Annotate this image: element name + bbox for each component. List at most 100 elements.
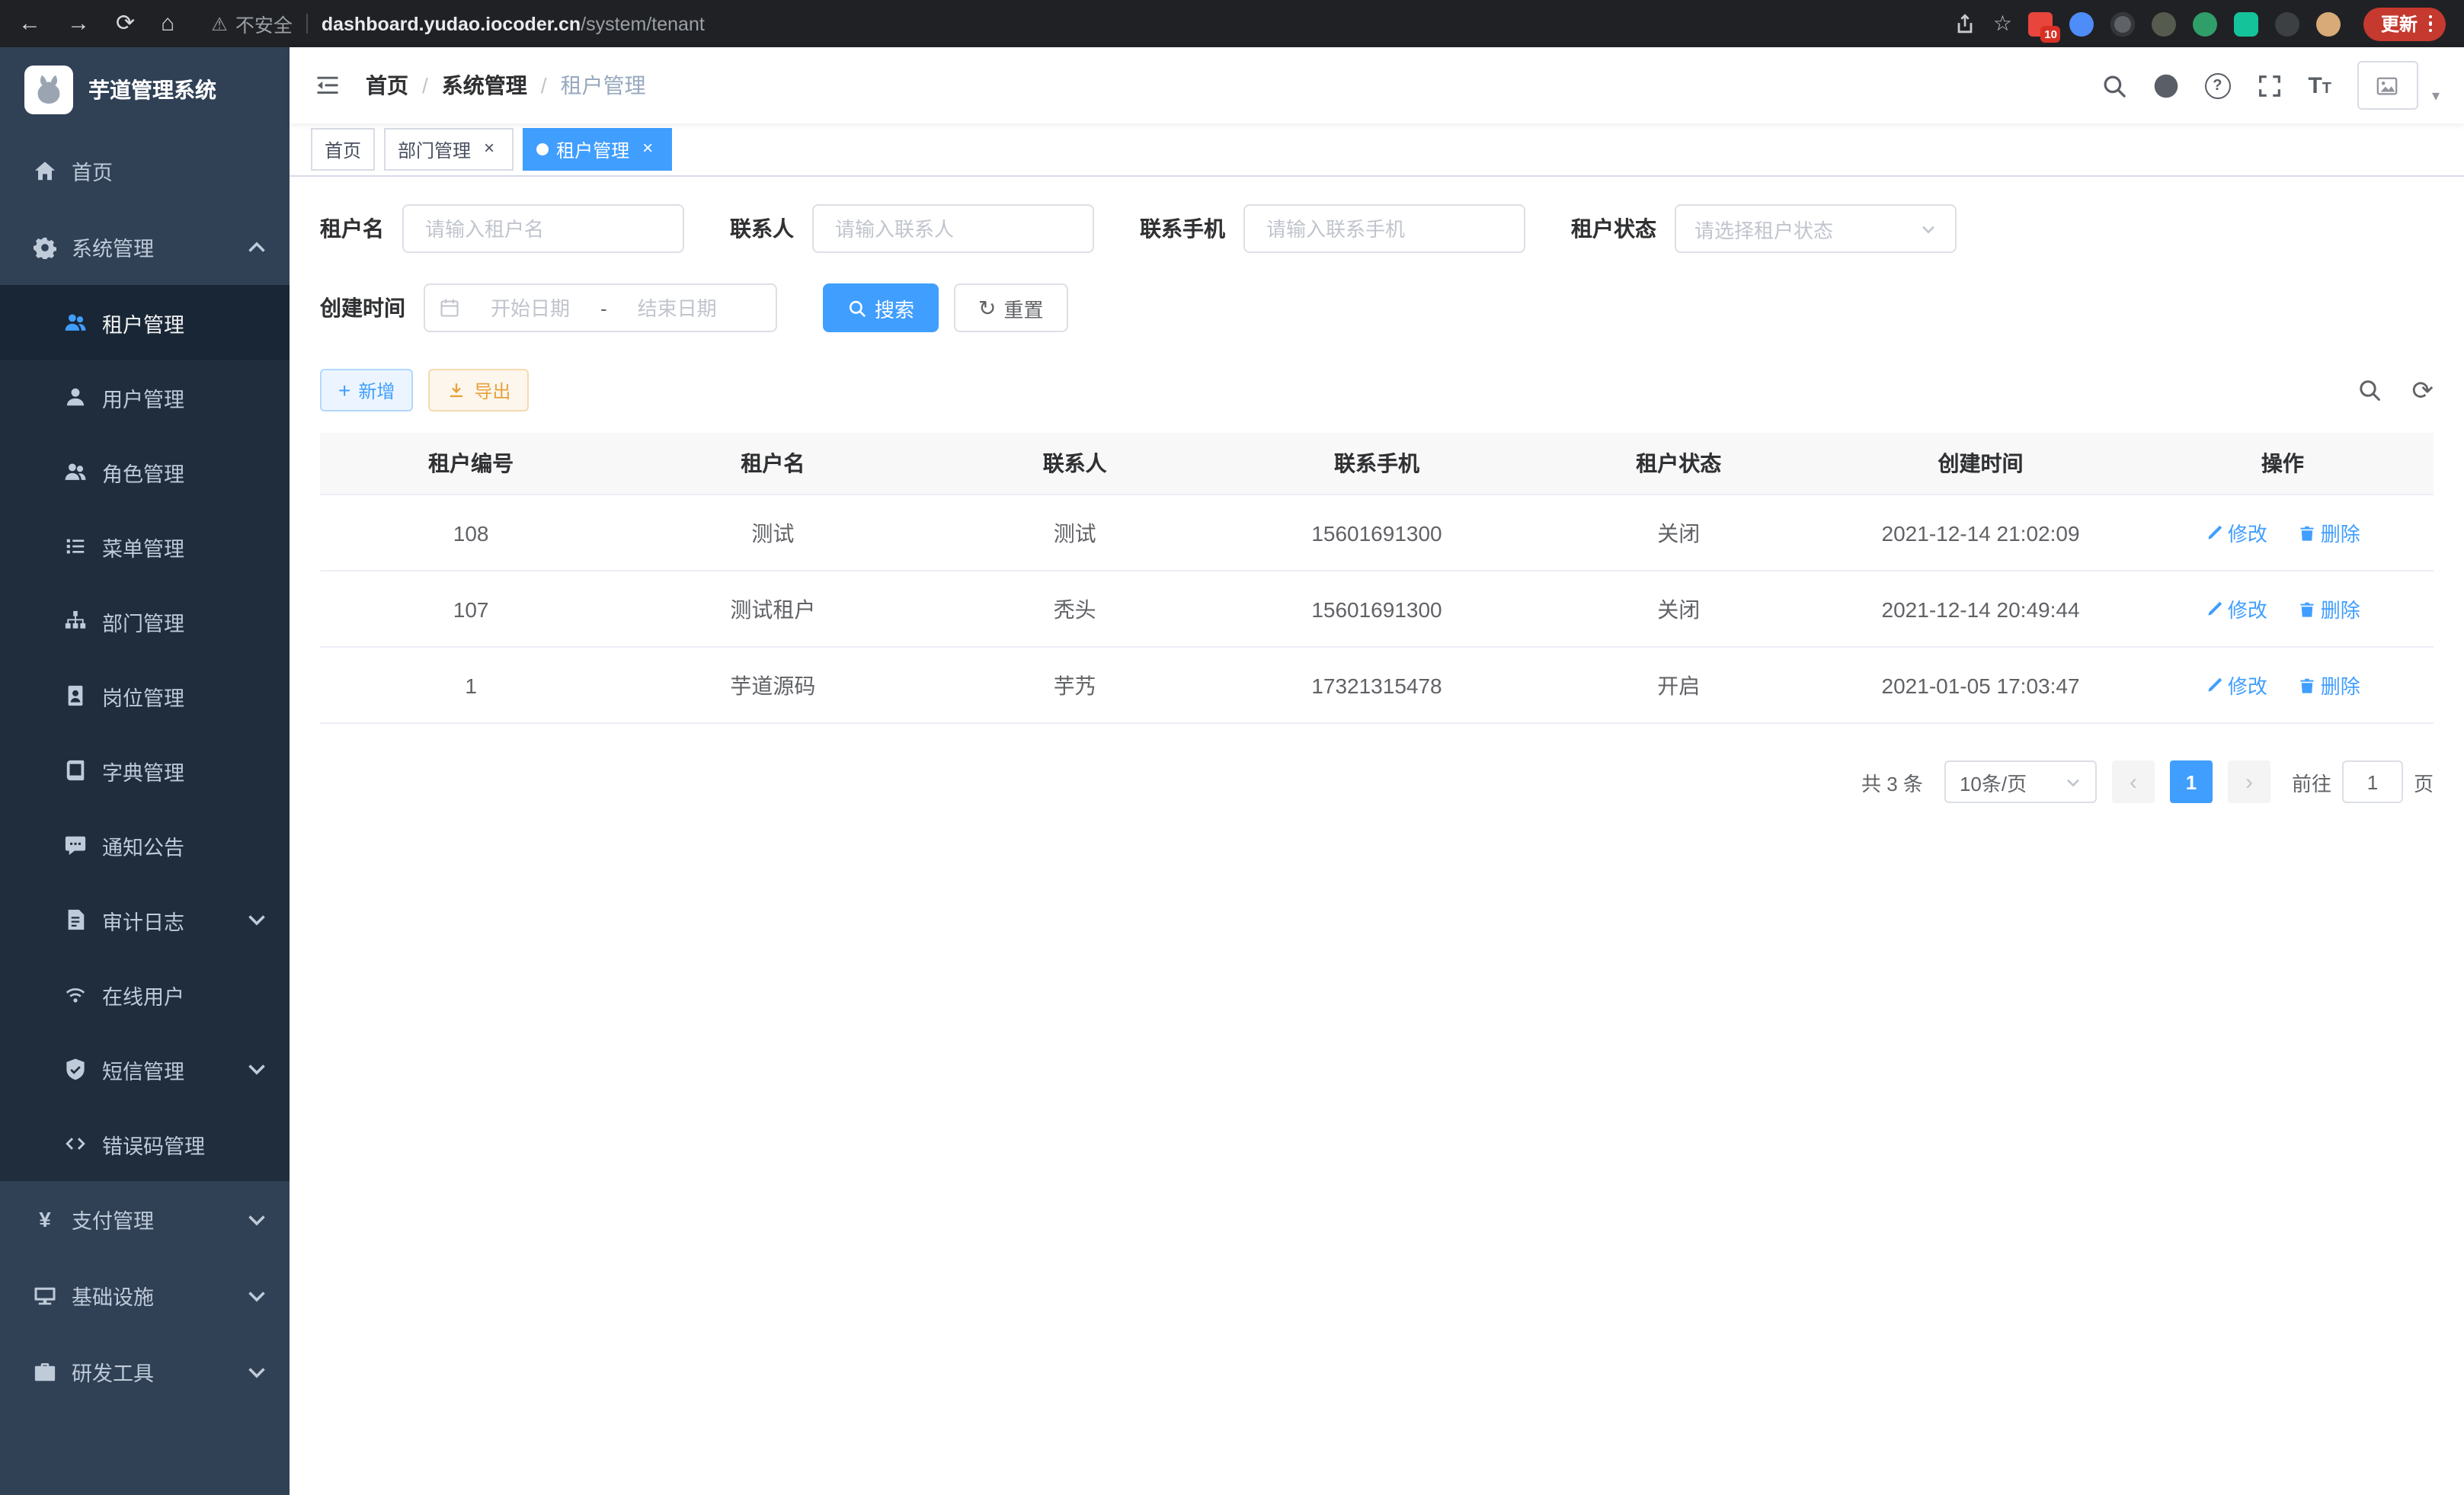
help-icon[interactable]: ? [2204, 72, 2230, 98]
sidebar-item-user[interactable]: 用户管理 [0, 360, 290, 434]
search-icon[interactable] [2101, 72, 2126, 98]
cell-created: 2021-12-14 20:49:44 [1829, 571, 2131, 647]
edit-link[interactable]: 修改 [2205, 594, 2267, 623]
book-icon [64, 759, 87, 782]
sidebar-item-sms[interactable]: 短信管理 [0, 1032, 290, 1106]
cell-contact: 秃头 [924, 571, 1226, 647]
reset-button[interactable]: ↻ 重置 [954, 283, 1068, 332]
sidebar-item-auditlog[interactable]: 审计日志 [0, 882, 290, 957]
start-date-field[interactable] [469, 295, 591, 321]
export-button[interactable]: 导出 [428, 369, 529, 411]
sidebar-item-infra[interactable]: 基础设施 [0, 1257, 290, 1333]
add-button[interactable]: + 新增 [320, 369, 413, 411]
add-button-label: 新增 [358, 377, 395, 403]
people-icon [64, 311, 87, 334]
cell-created: 2021-01-05 17:03:47 [1829, 647, 2131, 723]
status-select[interactable]: 请选择租户状态 [1675, 204, 1957, 253]
sidebar-item-menu[interactable]: 菜单管理 [0, 509, 290, 584]
edit-link[interactable]: 修改 [2205, 518, 2267, 547]
delete-link[interactable]: 删除 [2298, 518, 2360, 547]
profile-avatar[interactable] [2317, 11, 2341, 36]
close-icon[interactable]: × [637, 139, 658, 160]
delete-link[interactable]: 删除 [2298, 671, 2360, 699]
home-icon[interactable]: ⌂ [161, 12, 174, 35]
breadcrumb-item[interactable]: 首页 [366, 70, 408, 101]
sidebar-item-dict[interactable]: 字典管理 [0, 733, 290, 808]
back-icon[interactable]: ← [18, 12, 41, 35]
next-page-button[interactable]: › [2228, 760, 2270, 803]
sidebar-item-tenant[interactable]: 租户管理 [0, 285, 290, 360]
user-avatar[interactable] [2357, 61, 2418, 110]
tab-home[interactable]: 首页 [311, 128, 375, 171]
close-icon[interactable]: × [478, 139, 500, 160]
calendar-icon [439, 297, 460, 319]
sidebar-item-role[interactable]: 角色管理 [0, 434, 290, 509]
github-icon[interactable] [2152, 72, 2178, 98]
menu-fold-icon[interactable] [314, 72, 341, 99]
reload-icon[interactable]: ⟳ [116, 12, 135, 35]
address-bar[interactable]: ⚠ 不安全 dashboard.yudao.iocoder.cn/system/… [211, 9, 1954, 38]
bookmark-star-icon[interactable]: ☆ [1993, 11, 2012, 37]
edit-icon [2205, 523, 2223, 542]
mobile-input[interactable] [1243, 204, 1525, 253]
sidebar-item-home[interactable]: 首页 [0, 133, 290, 209]
sidebar-item-post[interactable]: 岗位管理 [0, 658, 290, 733]
extension-icon-3[interactable] [2111, 11, 2136, 36]
share-icon[interactable] [1954, 12, 1976, 35]
tab-dept[interactable]: 部门管理 × [384, 128, 514, 171]
page-size-select[interactable]: 10条/页 [1944, 760, 2097, 803]
cell-status: 关闭 [1528, 495, 1829, 571]
broken-image-icon [2376, 74, 2399, 97]
sidebar-item-system[interactable]: 系统管理 [0, 209, 290, 285]
avatar-caret-icon[interactable]: ▾ [2432, 88, 2440, 110]
app-logo[interactable]: 芋道管理系统 [0, 47, 290, 133]
sidebar-item-dept[interactable]: 部门管理 [0, 584, 290, 658]
refresh-icon[interactable]: ⟳ [2412, 377, 2434, 403]
extension-icon-7[interactable] [2276, 11, 2300, 36]
extension-icon-6[interactable] [2235, 11, 2259, 36]
browser-menu-icon[interactable] [2428, 15, 2432, 33]
extension-icon-2[interactable] [2070, 11, 2094, 36]
url-host: dashboard.yudao.iocoder.cn [322, 13, 581, 34]
page-size-value: 10条/页 [1960, 767, 2027, 796]
search-button[interactable]: 搜索 [823, 283, 939, 332]
end-date-field[interactable] [616, 295, 738, 321]
delete-link[interactable]: 删除 [2298, 594, 2360, 623]
cell-tenant-name: 测试租户 [622, 571, 923, 647]
tab-tenant[interactable]: 租户管理 × [523, 128, 672, 171]
sidebar-item-online-users[interactable]: 在线用户 [0, 957, 290, 1032]
fullscreen-icon[interactable] [2256, 72, 2282, 98]
cell-status: 开启 [1528, 647, 1829, 723]
sidebar-item-payment[interactable]: ¥ 支付管理 [0, 1181, 290, 1257]
search-toggle-icon[interactable] [2357, 378, 2382, 402]
tenant-name-input[interactable] [402, 204, 684, 253]
sidebar-item-devtools[interactable]: 研发工具 [0, 1333, 290, 1410]
extension-icon-1[interactable]: 10 [2029, 11, 2053, 36]
broadcast-icon [64, 983, 87, 1006]
contact-field[interactable] [832, 216, 1074, 242]
extension-icon-5[interactable] [2194, 11, 2218, 36]
mobile-field[interactable] [1263, 216, 1506, 242]
pagination: 共 3 条 10条/页 ‹ 1 › 前往 页 [320, 760, 2434, 803]
screen: ← → ⟳ ⌂ ⚠ 不安全 dashboard.yudao.iocoder.cn… [0, 0, 2464, 1495]
field-label: 联系人 [730, 213, 794, 244]
sidebar-item-label: 研发工具 [72, 1356, 154, 1387]
field-label: 联系手机 [1140, 213, 1225, 244]
font-size-icon[interactable]: TT [2308, 72, 2331, 98]
edit-link[interactable]: 修改 [2205, 671, 2267, 699]
goto-page-input[interactable] [2342, 760, 2403, 803]
prev-page-button[interactable]: ‹ [2112, 760, 2155, 803]
extension-icon-4[interactable] [2152, 11, 2177, 36]
date-range-picker[interactable]: - [424, 283, 777, 332]
breadcrumb-item[interactable]: 系统管理 [442, 70, 527, 101]
sidebar-item-label: 部门管理 [102, 606, 184, 636]
contact-input[interactable] [812, 204, 1094, 253]
select-placeholder: 请选择租户状态 [1694, 214, 1833, 243]
forward-icon[interactable]: → [67, 12, 90, 35]
browser-update-button[interactable]: 更新 [2364, 7, 2446, 40]
sidebar-item-errorcode[interactable]: 错误码管理 [0, 1106, 290, 1181]
tab-label: 部门管理 [398, 136, 471, 162]
sidebar-item-notice[interactable]: 通知公告 [0, 808, 290, 882]
tenant-name-field[interactable] [422, 216, 664, 242]
page-number-1[interactable]: 1 [2170, 760, 2213, 803]
